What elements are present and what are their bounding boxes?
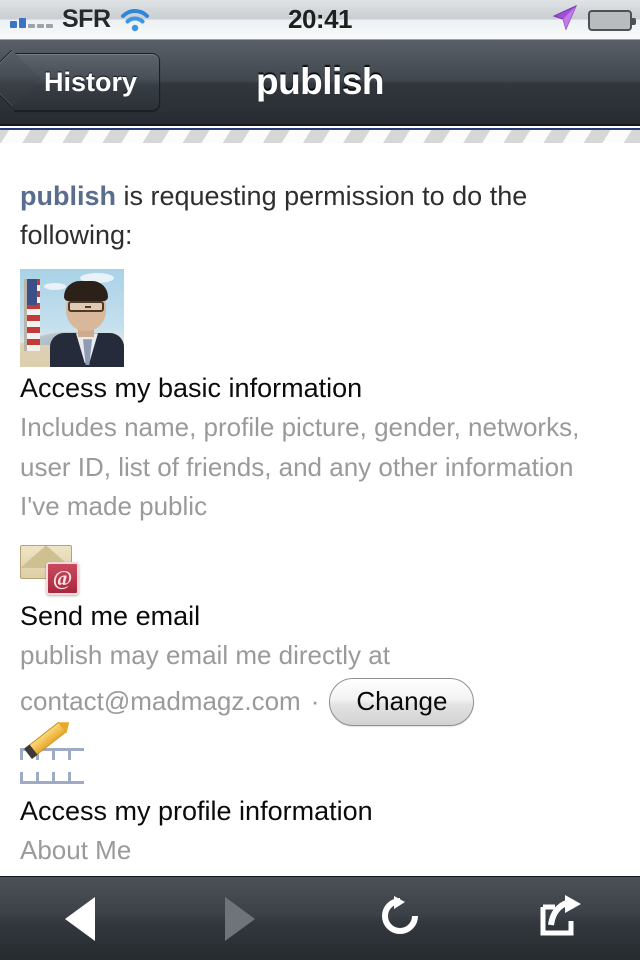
email-address-value: contact@madmagz.com — [20, 685, 301, 716]
permission-title: Access my basic information — [20, 373, 363, 404]
email-envelope-icon: @ — [20, 543, 82, 595]
permission-request-intro: publish is requesting permission to do t… — [20, 177, 620, 255]
battery-icon — [588, 9, 636, 31]
permission-title: Access my profile information — [20, 795, 373, 826]
status-bar: SFR 20:41 — [0, 0, 640, 40]
profile-avatar-image — [20, 269, 124, 368]
location-arrow-icon — [550, 3, 580, 38]
share-icon — [537, 893, 583, 944]
history-back-button[interactable]: History — [14, 53, 161, 111]
navigation-bar: History publish — [0, 40, 640, 126]
browser-toolbar — [0, 876, 640, 960]
email-row: contact@madmagz.com · Change — [20, 677, 620, 726]
permission-send-email: @ Send me email publish may email me dir… — [20, 543, 620, 726]
permission-basic-information: Access my basic information Includes nam… — [20, 269, 620, 527]
app-name-link[interactable]: publish — [20, 181, 116, 211]
phone-screen: SFR 20:41 History publish publish is req… — [0, 0, 640, 960]
change-email-button[interactable]: Change — [329, 677, 475, 726]
permission-description-line1: publish may email me directly at — [20, 640, 390, 671]
permission-description: Includes name, profile picture, gender, … — [20, 412, 580, 522]
back-arrow-icon — [65, 896, 95, 941]
separator-dot: · — [310, 685, 320, 716]
reload-button[interactable] — [320, 877, 480, 960]
permission-description: About Me — [20, 834, 132, 865]
page-content: publish is requesting permission to do t… — [0, 147, 640, 876]
permission-title: Send me email — [20, 600, 201, 631]
clock-label: 20:41 — [288, 4, 353, 34]
reload-icon — [377, 893, 423, 944]
at-sign-badge: @ — [46, 561, 79, 595]
permission-profile-information: Access my profile information About Me — [20, 721, 620, 871]
status-bar-right — [550, 0, 636, 40]
back-button[interactable] — [0, 877, 160, 960]
history-back-label: History — [44, 66, 138, 97]
progress-stripe-band — [0, 128, 640, 147]
forward-arrow-icon — [225, 896, 255, 941]
pencil-ruler-icon — [20, 721, 86, 790]
forward-button[interactable] — [160, 877, 320, 960]
share-button[interactable] — [480, 877, 640, 960]
